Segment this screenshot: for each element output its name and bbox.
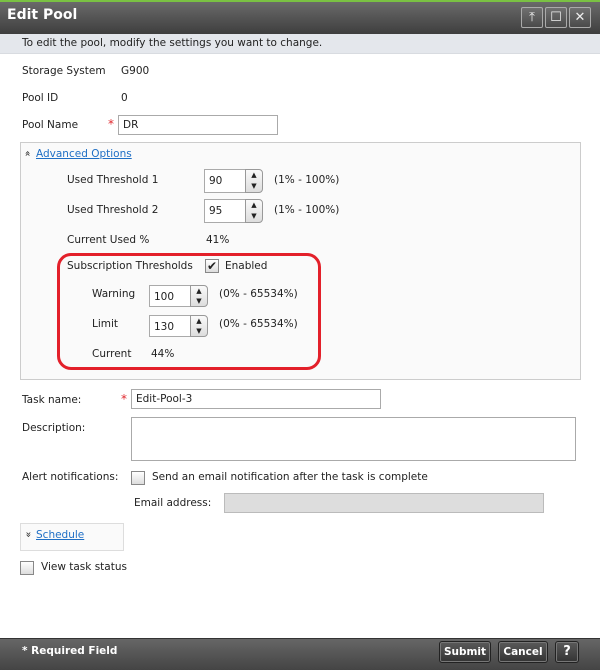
limit-label: Limit [92, 318, 119, 330]
used-threshold-2-label: Used Threshold 2 [67, 204, 159, 216]
description-label: Description: [22, 422, 86, 434]
current-subscription-label: Current [92, 348, 132, 360]
submit-button[interactable]: Submit [439, 641, 491, 663]
current-used-label: Current Used % [67, 234, 150, 246]
used-threshold-2-spinner[interactable]: ▲ ▼ [245, 199, 263, 223]
used-threshold-1-label: Used Threshold 1 [67, 174, 159, 186]
limit-input[interactable]: 130 [149, 315, 191, 337]
maximize-button[interactable]: ☐ [545, 7, 567, 28]
title-bar [0, 0, 600, 34]
required-field-note: * Required Field [22, 645, 118, 657]
current-used-value: 41% [206, 234, 230, 246]
pool-name-input[interactable]: DR [118, 115, 278, 135]
expand-icon[interactable]: » [23, 531, 34, 537]
required-asterisk: * [121, 392, 127, 406]
required-asterisk: * [108, 117, 114, 131]
subscription-thresholds-label: Subscription Thresholds [67, 260, 193, 272]
collapse-icon[interactable]: » [23, 150, 34, 156]
email-address-input[interactable] [224, 493, 544, 513]
warning-label: Warning [92, 288, 136, 300]
warning-spinner[interactable]: ▲ ▼ [190, 285, 208, 307]
used-threshold-1-range: (1% - 100%) [274, 174, 340, 186]
description-textarea[interactable] [131, 417, 576, 461]
pin-button[interactable]: ⤒ [521, 7, 543, 28]
dialog-title: Edit Pool [7, 7, 78, 23]
enabled-label: Enabled [225, 260, 268, 272]
email-notification-text: Send an email notification after the tas… [152, 471, 428, 483]
used-threshold-2-input[interactable]: 95 [204, 199, 246, 223]
email-address-label: Email address: [134, 497, 212, 509]
task-name-label: Task name: [22, 394, 82, 406]
task-name-input[interactable]: Edit-Pool-3 [131, 389, 381, 409]
alert-notifications-label: Alert notifications: [22, 471, 119, 483]
storage-system-label: Storage System [22, 65, 106, 77]
info-text: To edit the pool, modify the settings yo… [22, 37, 323, 49]
advanced-options-link[interactable]: Advanced Options [36, 148, 132, 160]
used-threshold-2-range: (1% - 100%) [274, 204, 340, 216]
pool-id-value: 0 [121, 92, 128, 104]
limit-spinner[interactable]: ▲ ▼ [190, 315, 208, 337]
used-threshold-1-input[interactable]: 90 [204, 169, 246, 193]
view-task-status-checkbox[interactable] [20, 561, 34, 575]
pool-name-label: Pool Name [22, 119, 79, 131]
help-button[interactable]: ? [555, 641, 579, 663]
warning-range: (0% - 65534%) [219, 288, 298, 300]
used-threshold-1-spinner[interactable]: ▲ ▼ [245, 169, 263, 193]
email-notification-checkbox[interactable] [131, 471, 145, 485]
warning-input[interactable]: 100 [149, 285, 191, 307]
limit-range: (0% - 65534%) [219, 318, 298, 330]
storage-system-value: G900 [121, 65, 150, 77]
pool-id-label: Pool ID [22, 92, 59, 104]
subscription-enabled-checkbox[interactable]: ✔ [205, 259, 219, 273]
view-task-status-label: View task status [41, 561, 127, 573]
info-bar: To edit the pool, modify the settings yo… [0, 34, 600, 54]
close-button[interactable]: ✕ [569, 7, 591, 28]
cancel-button[interactable]: Cancel [498, 641, 548, 663]
schedule-link[interactable]: Schedule [36, 529, 84, 541]
current-subscription-value: 44% [151, 348, 175, 360]
